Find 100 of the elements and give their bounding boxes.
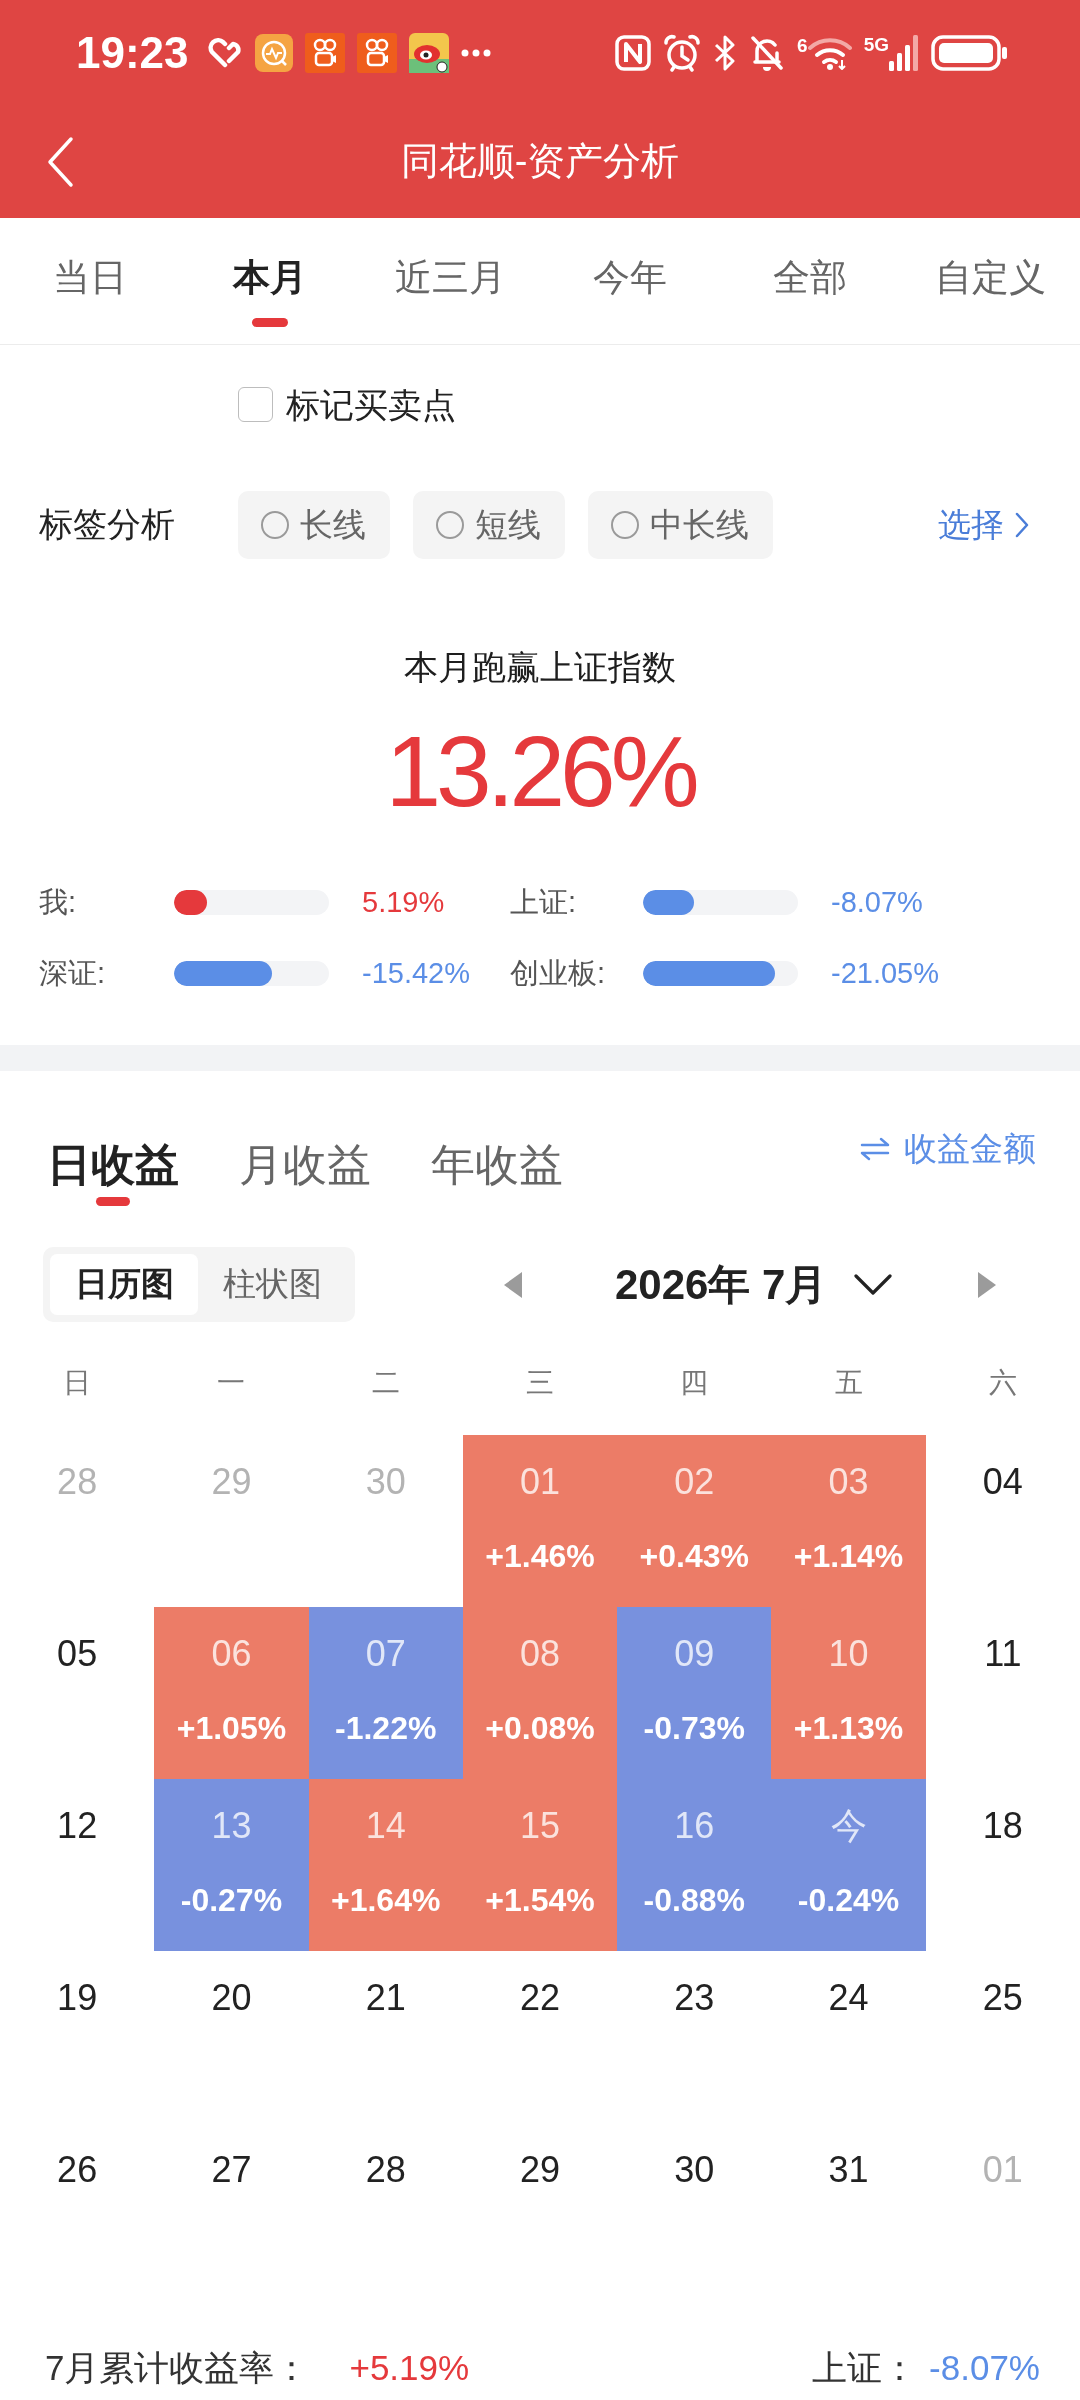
amount-switch-link[interactable]: 收益金额 (860, 1124, 1036, 1174)
comparison-value: -15.42% (361, 956, 471, 991)
tag-chip[interactable]: 中长线 (588, 491, 773, 559)
day-number: 28 (365, 2149, 406, 2191)
left-triangle-icon[interactable] (503, 1270, 523, 1299)
app-icon (408, 32, 449, 73)
comparison-label: 我: (39, 885, 78, 920)
radio-icon (610, 510, 640, 540)
calendar-day-cell[interactable]: 01 +1.46% (462, 1435, 618, 1607)
view-mode-tab[interactable]: 日历图 (50, 1254, 198, 1315)
day-number: 14 (365, 1805, 406, 1847)
daily-return-text: -1.22% (335, 1709, 437, 1747)
calendar-day-cell[interactable]: 03 +1.14% (771, 1435, 926, 1607)
calendar-day-cell[interactable]: 14 +1.64% (308, 1779, 463, 1951)
daily-return-text: +1.64% (331, 1881, 441, 1919)
day-number: 05 (57, 1633, 98, 1675)
weekday-label: 三 (525, 1366, 555, 1400)
month-title[interactable]: 2026年 7月 (615, 1256, 828, 1313)
day-number: 29 (211, 1461, 252, 1503)
day-number: 09 (674, 1633, 715, 1675)
comparison-value: 5.19% (361, 885, 446, 920)
calendar-day-cell[interactable]: 13 -0.27% (154, 1779, 309, 1951)
select-link[interactable]: 选择 (938, 502, 1030, 548)
period-tab[interactable]: 本月 (180, 218, 360, 344)
chevron-down-icon[interactable] (854, 1273, 893, 1296)
calendar-day-cell[interactable]: 15 +1.54% (462, 1779, 618, 1951)
tag-chip[interactable]: 长线 (238, 491, 390, 559)
return-period-tab[interactable]: 月收益 (239, 1110, 371, 1206)
daily-return-text: -0.73% (643, 1709, 745, 1747)
day-number: 01 (519, 1461, 560, 1503)
cumulative-value: -8.07% (929, 2347, 1040, 2389)
day-number: 26 (57, 2149, 98, 2191)
daily-return-text: +1.54% (485, 1881, 595, 1919)
day-number: 今 (830, 1805, 867, 1847)
daily-return-text: +0.08% (485, 1709, 595, 1747)
day-number: 02 (674, 1461, 715, 1503)
daily-return-text: -0.88% (643, 1881, 745, 1919)
day-number: 08 (519, 1633, 560, 1675)
comparison-label: 深证: (39, 956, 107, 991)
swap-icon (860, 1137, 890, 1161)
daily-return-text: -0.24% (797, 1881, 900, 1919)
back-icon[interactable] (46, 135, 74, 188)
weekday-label: 二 (370, 1366, 401, 1400)
weekday-label: 五 (833, 1366, 864, 1400)
checkbox[interactable] (238, 387, 273, 422)
calendar-day-cell[interactable]: 10 +1.13% (771, 1607, 926, 1779)
day-number: 11 (984, 1633, 1022, 1675)
daily-return-text: -0.27% (180, 1881, 283, 1919)
status-time: 19:23 (76, 27, 189, 78)
tag-chip[interactable]: 短线 (413, 491, 565, 559)
day-number: 04 (982, 1461, 1023, 1503)
day-number: 10 (828, 1633, 869, 1675)
comparison-value: -21.05% (830, 956, 940, 991)
day-number: 28 (57, 1461, 98, 1503)
alarm-clock-icon (663, 33, 702, 72)
calendar-day-cell[interactable]: 07 -1.22% (308, 1607, 463, 1779)
heart-icon (206, 37, 243, 68)
day-number: 25 (982, 1977, 1023, 2019)
calendar-day-cell[interactable]: 今 -0.24% (771, 1779, 926, 1951)
day-number: 06 (211, 1633, 252, 1675)
muted-bell-icon (749, 33, 786, 72)
tag-analysis-label: 标签分析 (39, 504, 176, 545)
radio-icon (260, 510, 290, 540)
daily-return-text: +1.14% (793, 1537, 904, 1575)
cumulative-label: 7月累计收益率： (45, 2347, 310, 2389)
daily-return-text: +1.13% (793, 1709, 904, 1747)
more-icon (460, 48, 491, 57)
outperformance-value: 13.26% (384, 719, 697, 823)
wifi-label: 6 (797, 35, 808, 56)
period-tab[interactable]: 今年 (540, 218, 720, 344)
return-period-tab[interactable]: 年收益 (431, 1110, 563, 1206)
period-tab[interactable]: 自定义 (900, 218, 1080, 344)
calendar-day-cell[interactable]: 08 +0.08% (462, 1607, 618, 1779)
calendar-day-cell[interactable]: 06 +1.05% (154, 1607, 309, 1779)
weekday-label: 日 (62, 1366, 93, 1400)
calendar-day-cell[interactable]: 02 +0.43% (617, 1435, 772, 1607)
weekday-label: 四 (679, 1366, 710, 1400)
day-number: 23 (674, 1977, 715, 2019)
day-number: 27 (211, 2149, 252, 2191)
day-number: 30 (365, 1461, 406, 1503)
weekday-label: 一 (216, 1366, 247, 1400)
day-number: 30 (674, 2149, 715, 2191)
day-number: 16 (674, 1805, 715, 1847)
comparison-label: 上证: (510, 885, 578, 920)
daily-return-text: +1.46% (485, 1537, 595, 1575)
period-tab[interactable]: 近三月 (360, 218, 540, 344)
comparison-label: 创业板: (510, 956, 607, 991)
return-period-tab[interactable]: 日收益 (47, 1110, 179, 1206)
period-tab[interactable]: 全部 (720, 218, 900, 344)
app-icon (254, 33, 293, 72)
comparison-value: -8.07% (830, 885, 924, 920)
view-mode-tab[interactable]: 柱状图 (198, 1254, 346, 1315)
day-number: 29 (519, 2149, 560, 2191)
day-number: 18 (982, 1805, 1023, 1847)
wifi-icon (807, 35, 852, 70)
right-triangle-icon[interactable] (977, 1270, 998, 1299)
calendar-day-cell[interactable]: 09 -0.73% (617, 1607, 772, 1779)
calendar-day-cell[interactable]: 16 -0.88% (617, 1779, 772, 1951)
period-tab[interactable]: 当日 (0, 218, 180, 344)
network-type-label: 5G (863, 34, 889, 55)
